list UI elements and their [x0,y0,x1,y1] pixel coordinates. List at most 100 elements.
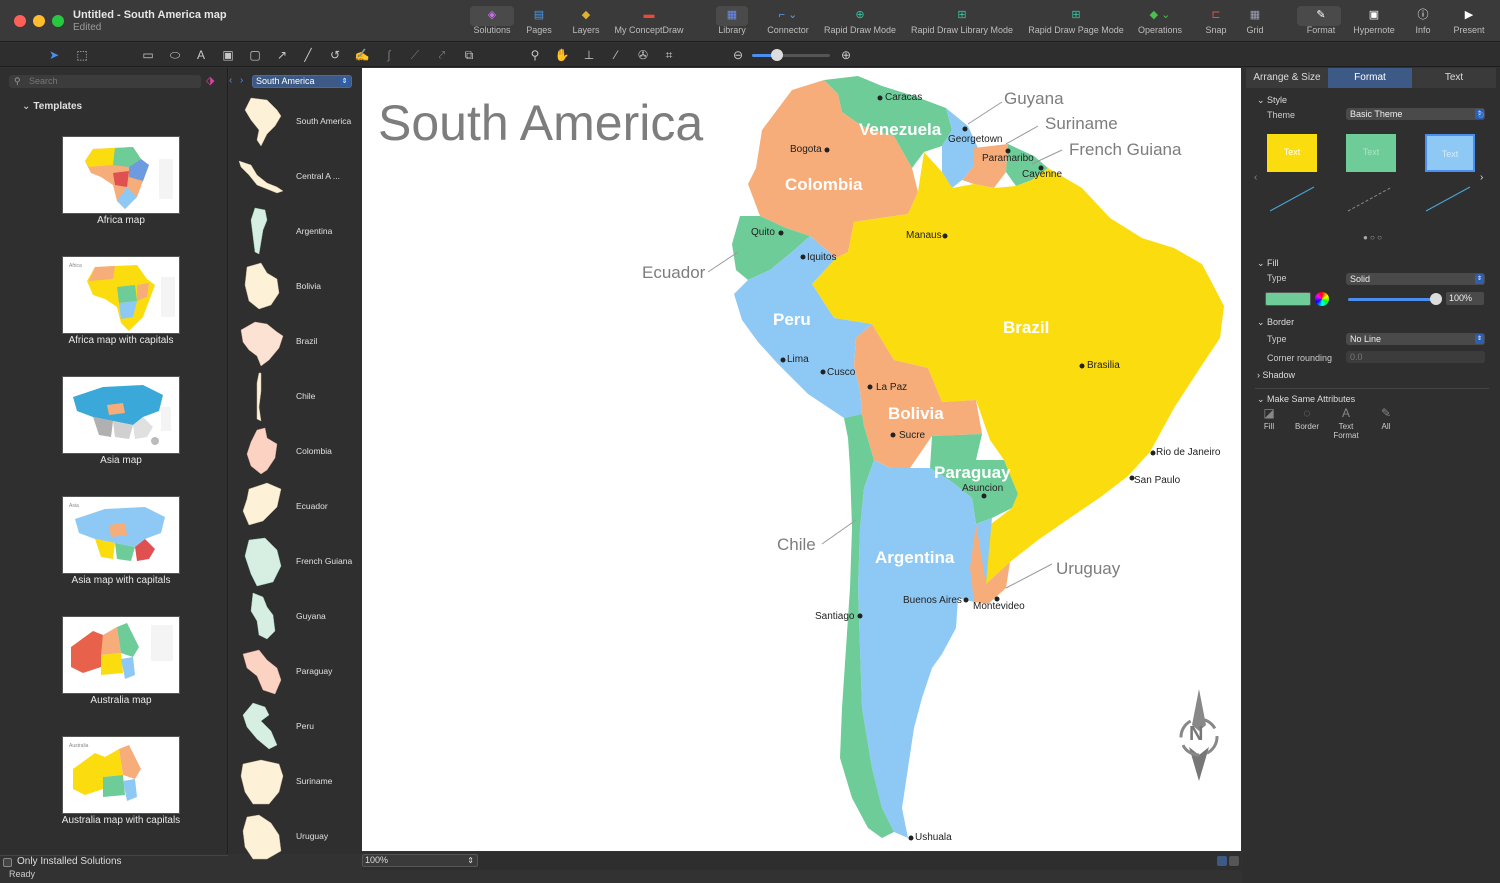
toolbar-rapid-draw-page[interactable]: ⊞ Rapid Draw Page Mode [1024,6,1128,40]
library-shape[interactable]: Central A ... [229,151,362,203]
argentina-region[interactable] [858,460,992,838]
library-shape[interactable]: Argentina [229,206,362,258]
arrow-tool-icon[interactable]: ↗ [274,47,290,63]
eyedropper-tool-icon[interactable]: ⁄ [608,47,624,63]
template-thumb-australia[interactable] [62,616,180,694]
tab-format[interactable]: Format [1328,68,1412,88]
library-shape[interactable]: Ecuador [229,481,362,533]
corner-rounding-input[interactable]: 0.0 [1346,351,1485,363]
library-shape[interactable]: South America [229,96,362,148]
tab-text[interactable]: Text [1412,68,1496,88]
library-shape[interactable]: Bolivia [229,261,362,313]
chevron-right-icon[interactable]: › [1480,172,1483,183]
minimize-button[interactable] [33,15,45,27]
city-label[interactable]: Paramaribo [982,153,1034,164]
template-thumb-asia[interactable] [62,376,180,454]
make-same-text-format-button[interactable]: A Text Format [1326,406,1366,440]
search-input[interactable]: ⚲ Search [9,75,201,88]
external-country-label[interactable]: Suriname [1045,114,1118,134]
external-country-label[interactable]: Chile [777,535,816,555]
toolbar-operations[interactable]: ◆ ⌄ Operations [1134,6,1186,40]
library-shape[interactable]: Chile [229,371,362,423]
zoom-tool-icon[interactable]: ⚲ [527,47,543,63]
rectangle-tool-icon[interactable]: ▭ [140,47,156,63]
city-label[interactable]: Rio de Janeiro [1156,447,1220,458]
theme-select[interactable]: Basic Theme ⇕ [1346,108,1485,120]
country-label[interactable]: Bolivia [888,404,944,424]
fill-type-select[interactable]: Solid ⇕ [1346,273,1485,285]
make-same-header[interactable]: ⌄ Make Same Attributes [1257,394,1355,405]
country-label[interactable]: Brazil [1003,318,1049,338]
only-installed-solutions-checkbox[interactable]: Only Installed Solutions [0,855,228,869]
make-same-fill-button[interactable]: ◪ Fill [1249,406,1289,431]
toolbar-layers[interactable]: ◆ Layers [566,6,606,40]
toolbar-grid[interactable]: ▦ Grid [1241,6,1269,40]
toolbar-rapid-draw[interactable]: ⊕ Rapid Draw Mode [820,6,900,40]
city-label[interactable]: Asuncion [962,483,1003,494]
external-country-label[interactable]: Ecuador [642,263,705,283]
hand-tool-icon[interactable]: ✋ [554,47,570,63]
freehand-tool-icon[interactable]: ✍ [354,47,370,63]
templates-header[interactable]: ⌄ Templates [22,101,82,112]
external-country-label[interactable]: Uruguay [1056,559,1120,579]
style-swatch-green[interactable]: Text [1346,134,1396,172]
template-thumb-africa[interactable] [62,136,180,214]
style-swatch-yellow[interactable]: Text [1267,134,1317,172]
toolbar-solutions[interactable]: ◈ Solutions [468,6,516,40]
stamp-tool-icon[interactable]: ⊥ [581,47,597,63]
city-label[interactable]: Georgetown [948,134,1002,145]
opacity-slider-thumb[interactable] [1430,293,1442,305]
toolbar-present[interactable]: ▶ Present [1448,6,1490,40]
city-label[interactable]: Ushuala [915,832,952,843]
style-section-header[interactable]: ⌄ Style [1257,95,1287,106]
zoom-button[interactable] [52,15,64,27]
city-label[interactable]: Buenos Aires [903,595,962,606]
library-shape[interactable]: Peru [229,701,362,753]
city-label[interactable]: Montevideo [973,601,1025,612]
make-same-all-button[interactable]: ✎ All [1366,406,1406,431]
fill-color-well[interactable] [1265,292,1311,306]
city-label[interactable]: San Paulo [1134,475,1180,486]
toolbar-info[interactable]: ⓘ Info [1408,6,1438,40]
library-shape[interactable]: Colombia [229,426,362,478]
toolbar-format[interactable]: ✎ Format [1298,6,1344,40]
city-label[interactable]: Cayenne [1022,169,1062,180]
tab-arrange-size[interactable]: Arrange & Size [1246,68,1328,88]
city-label[interactable]: Caracas [885,92,922,103]
template-thumb-africa-capitals[interactable]: Africa [62,256,180,334]
country-label[interactable]: Argentina [875,548,954,568]
close-button[interactable] [14,15,26,27]
style-swatch-blue[interactable]: Text [1425,134,1475,172]
toolbar-snap[interactable]: ⊏ Snap [1202,6,1230,40]
city-label[interactable]: Lima [787,354,809,365]
fill-section-header[interactable]: ⌄ Fill [1257,258,1279,269]
city-label[interactable]: Manaus [906,230,942,241]
opacity-value[interactable]: 100% [1446,292,1484,305]
polyline-tool-icon[interactable]: ⟋ [407,47,423,63]
city-label[interactable]: Bogota [790,144,822,155]
chevron-right-icon[interactable]: › [240,75,243,86]
city-label[interactable]: Cusco [827,367,855,378]
opacity-slider[interactable] [1348,298,1438,301]
page-view-icon[interactable] [1217,856,1227,866]
make-same-border-button[interactable]: ◌ Border [1287,406,1327,431]
ellipse-tool-icon[interactable]: ⬭ [166,47,184,63]
container-tool-icon[interactable]: ⧉ [461,47,477,63]
border-section-header[interactable]: ⌄ Border [1257,317,1294,328]
library-shape[interactable]: Guyana [229,591,362,643]
fit-view-icon[interactable] [1229,856,1239,866]
toolbar-library[interactable]: ▦ Library [712,6,752,40]
toolbar-connector[interactable]: ⌐ ⌄ Connector [762,6,814,40]
shadow-section-header[interactable]: › Shadow [1257,370,1295,380]
library-select[interactable]: South America ⇕ [252,75,352,88]
country-label[interactable]: Colombia [785,175,862,195]
toolbar-my-conceptdraw[interactable]: ▬ My ConceptDraw [610,6,688,40]
library-shape[interactable]: Brazil [229,316,362,368]
text-tool-icon[interactable]: A [193,47,209,63]
solution-browser-icon[interactable]: ⬗ [206,74,220,88]
textbox-tool-icon[interactable]: ▣ [220,47,236,63]
chevron-left-icon[interactable]: ‹ [229,75,232,86]
bezier-tool-icon[interactable]: ∫ [381,47,397,63]
callout-tool-icon[interactable]: ▢ [247,47,263,63]
country-label[interactable]: Venezuela [859,120,941,140]
